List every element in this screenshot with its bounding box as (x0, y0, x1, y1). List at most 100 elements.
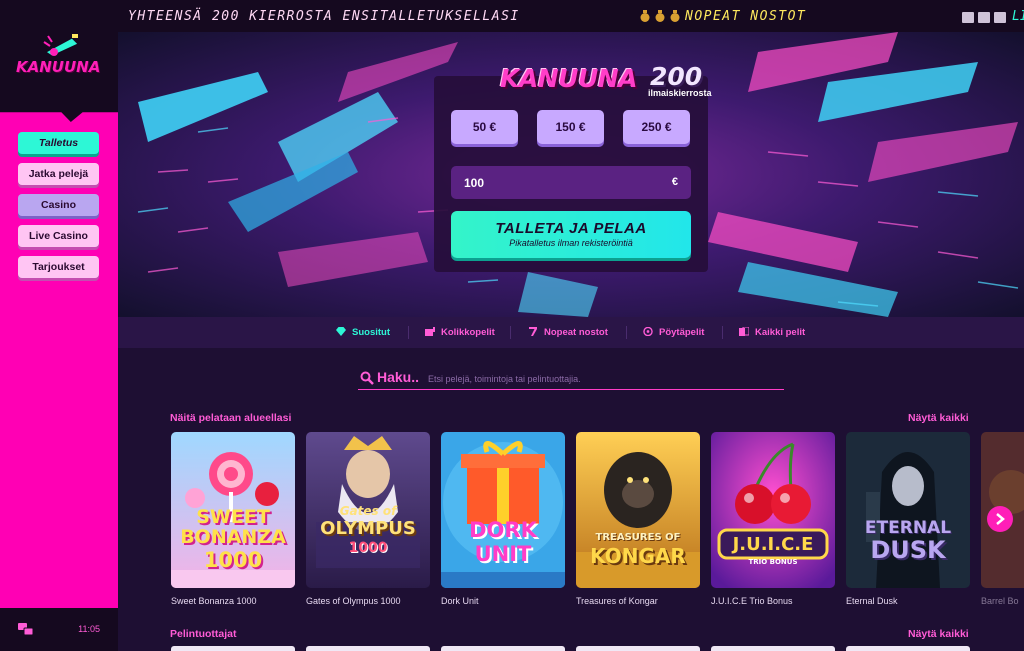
search-label: Haku.. (377, 369, 420, 385)
game-art-title: KONGAR (590, 544, 686, 568)
category-label: Pöytäpelit (659, 327, 705, 338)
search-input[interactable]: Haku.. Etsi pelejä, toimintoja tai pelin… (358, 366, 784, 390)
game-card[interactable]: Gates of OLYMPUS 1000 Gates of Olympus 1… (306, 432, 430, 606)
money-bag-icon (655, 10, 665, 22)
category-tab-popular[interactable]: Suositut (336, 327, 390, 338)
cta-main-label: TALLETA JA PELAA (495, 220, 647, 237)
game-thumbnail: SWEET BONANZA 1000 (171, 432, 295, 588)
category-label: Kolikkopelit (441, 327, 495, 338)
ticker-end-text: LI (1012, 9, 1024, 24)
game-title: Treasures of Kongar (576, 596, 658, 606)
game-art-title: ETERNAL (864, 518, 952, 538)
providers-see-all-link[interactable]: Näytä kaikki (908, 628, 969, 640)
money-bag-icon (670, 10, 680, 22)
category-divider (626, 326, 627, 339)
hero-banner: KANUUNA 200 ilmaiskierrosta 50 € 150 € 2… (118, 32, 1024, 317)
sidebar-footer: 11:05 (0, 608, 118, 651)
provider-card[interactable] (171, 646, 295, 651)
ticker-text: YHTEENSÄ 200 KIERROSTA ENSITALLETUKSELLA… (128, 9, 520, 24)
cta-sub-label: Pikatalletus ilman rekisteröintiä (509, 238, 633, 248)
provider-card[interactable] (306, 646, 430, 651)
carousel-next-button[interactable] (987, 506, 1013, 532)
nav-offers-button[interactable]: Tarjoukset (18, 256, 99, 278)
ticker-right-text: NOPEAT NOSTOT (685, 9, 807, 24)
category-tab-all-games[interactable]: Kaikki pelit (739, 327, 805, 338)
provider-card[interactable] (576, 646, 700, 651)
slot-machine-icon (425, 327, 435, 336)
category-bar: Suositut Kolikkopelit Nopeat nostot Pöyt… (118, 317, 1024, 348)
game-card[interactable]: TREASURES OF KONGAR Treasures of Kongar (576, 432, 700, 606)
game-art-title: J.U.I.C.E (732, 534, 814, 555)
category-divider (408, 326, 409, 339)
nav-deposit-button[interactable]: Talletus (18, 132, 99, 154)
game-art-title: DORK (469, 518, 537, 542)
game-art-title: TRIO BONUS (748, 558, 798, 566)
category-tab-table-games[interactable]: Pöytäpelit (643, 327, 704, 338)
popular-see-all-link[interactable]: Näytä kaikki (908, 412, 969, 424)
ticker-icons (962, 10, 1010, 28)
amount-50-button[interactable]: 50 € (451, 110, 518, 144)
casino-page: KANUUNA Talletus Jatka pelejä Casino Liv… (0, 0, 1024, 651)
chat-icon[interactable] (18, 623, 34, 636)
game-title: J.U.I.C.E Trio Bonus (711, 596, 793, 606)
slot-icon (994, 12, 1006, 23)
game-card[interactable]: DORK UNIT Dork Unit (441, 432, 565, 606)
game-card[interactable]: ETERNAL DUSK Eternal Dusk (846, 432, 970, 606)
game-art-title: TREASURES OF (595, 532, 681, 543)
diamond-icon (336, 327, 346, 336)
kanuuna-logo[interactable]: KANUUNA (16, 30, 104, 80)
sidebar-nav: Talletus Jatka pelejä Casino Live Casino… (18, 132, 100, 287)
game-thumbnail: J.U.I.C.E TRIO BONUS (711, 432, 835, 588)
search-placeholder: Etsi pelejä, toimintoja tai pelintuottaj… (428, 374, 581, 384)
category-label: Suositut (352, 327, 390, 338)
game-art-title: Gates of (339, 504, 397, 518)
deposit-and-play-button[interactable]: TALLETA JA PELAA Pikatalletus ilman reki… (451, 211, 691, 258)
category-divider (722, 326, 723, 339)
game-title: Eternal Dusk (846, 596, 898, 606)
game-title: Sweet Bonanza 1000 (171, 596, 257, 606)
category-label: Nopeat nostot (544, 327, 608, 338)
amount-150-button[interactable]: 150 € (537, 110, 604, 144)
deposit-amount-input[interactable]: 100 € (451, 166, 691, 199)
game-thumbnail: ETERNAL DUSK (846, 432, 970, 588)
brand-number: 200 (650, 62, 703, 91)
game-art-title: DUSK (870, 536, 946, 564)
game-art-title: SWEET (196, 506, 270, 528)
hero-brand: KANUUNA 200 ilmaiskierrosta (500, 62, 720, 100)
brand-subtitle: ilmaiskierrosta (648, 88, 712, 98)
sidebar-header: KANUUNA (0, 0, 118, 112)
promo-ticker: YHTEENSÄ 200 KIERROSTA ENSITALLETUKSELLA… (118, 0, 1024, 32)
brand-name: KANUUNA (500, 64, 638, 93)
game-art-title: 1000 (203, 548, 263, 572)
amount-250-button[interactable]: 250 € (623, 110, 690, 144)
section-title-popular: Näitä pelataan alueellasi (170, 412, 292, 424)
game-thumbnail: TREASURES OF KONGAR (576, 432, 700, 588)
deposit-amount-value: 100 (464, 176, 485, 190)
chip-icon (643, 327, 653, 336)
nav-casino-button[interactable]: Casino (18, 194, 99, 216)
provider-card[interactable] (846, 646, 970, 651)
game-art-title: UNIT (474, 542, 532, 566)
chevron-right-icon (996, 513, 1005, 525)
slot-icon (962, 12, 974, 23)
game-thumbnail: DORK UNIT (441, 432, 565, 588)
search-icon (360, 371, 374, 385)
game-card[interactable]: J.U.I.C.E TRIO BONUS J.U.I.C.E Trio Bonu… (711, 432, 835, 606)
game-art-title: 1000 (348, 540, 388, 556)
nav-continue-playing-button[interactable]: Jatka pelejä (18, 163, 99, 185)
provider-card[interactable] (441, 646, 565, 651)
category-tab-slots[interactable]: Kolikkopelit (425, 327, 495, 338)
seven-icon (529, 327, 537, 336)
game-title: Barrel Bo (981, 596, 1019, 606)
money-bag-icon (640, 10, 650, 22)
section-title-providers: Pelintuottajat (170, 628, 237, 640)
game-card[interactable]: SWEET BONANZA 1000 Sweet Bonanza 1000 (171, 432, 295, 606)
category-label: Kaikki pelit (755, 327, 806, 338)
game-art-title: OLYMPUS (320, 518, 416, 539)
category-tab-fast-withdrawals[interactable]: Nopeat nostot (528, 327, 608, 338)
provider-card[interactable] (711, 646, 835, 651)
cannon-icon (43, 34, 79, 56)
nav-live-casino-button[interactable]: Live Casino (18, 225, 99, 247)
cards-icon (739, 327, 749, 336)
game-title: Dork Unit (441, 596, 479, 606)
